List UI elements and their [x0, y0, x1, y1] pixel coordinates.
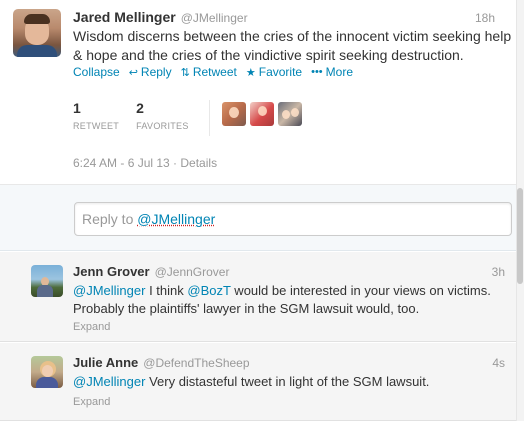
reply-tweet[interactable]: Jenn Grover @JennGrover 3h @JMellinger I…	[0, 252, 516, 342]
avatar[interactable]	[31, 356, 63, 388]
reply-header: Julie Anne @DefendTheSheep	[73, 355, 250, 370]
favorite-button[interactable]: ★ Favorite	[246, 65, 302, 79]
favorites-count: 2	[136, 100, 144, 116]
avatar-face	[258, 106, 267, 116]
reply-prefix: Reply to	[82, 211, 138, 227]
scrollbar-thumb[interactable]	[517, 188, 523, 284]
tweet-stats: 1 RETWEET 2 FAVORITES	[73, 100, 206, 131]
reply-header: Jenn Grover @JennGrover	[73, 264, 229, 279]
favoriter-avatar[interactable]	[250, 102, 274, 126]
reply-time[interactable]: 4s	[492, 356, 505, 370]
favorite-label: Favorite	[258, 65, 303, 79]
collapse-label: Collapse	[73, 65, 120, 79]
more-label: More	[325, 65, 353, 79]
collapse-link[interactable]: Collapse	[73, 65, 120, 79]
reply-fullname[interactable]: Julie Anne	[73, 355, 138, 370]
retweet-count: 1	[73, 100, 81, 116]
reply-tweet[interactable]: Julie Anne @DefendTheSheep 4s @JMellinge…	[0, 343, 516, 421]
reply-text-part: I think	[145, 283, 188, 298]
reply-time[interactable]: 3h	[492, 265, 505, 279]
avatar[interactable]	[13, 9, 61, 57]
favoriter-avatar[interactable]	[222, 102, 246, 126]
more-dots-icon: •••	[311, 66, 323, 78]
tweet-timestamp[interactable]: 6:24 AM - 6 Jul 13 · Details	[73, 156, 217, 170]
favoriter-avatars	[222, 102, 306, 126]
reply-text-part: Very distasteful tweet in light of the S…	[145, 374, 430, 389]
expand-link[interactable]: Expand	[73, 396, 110, 408]
expand-link[interactable]: Expand	[73, 321, 110, 333]
reply-label: Reply	[140, 65, 172, 79]
retweet-stat-label: RETWEET	[73, 121, 120, 131]
reply-input[interactable]: Reply to @JMellinger	[74, 202, 512, 236]
avatar-face	[282, 110, 290, 119]
mention-link[interactable]: @BozT	[187, 283, 230, 298]
tweet-actions: Collapse ↩ Reply ⇅ Retweet ★ Favorite ••…	[73, 65, 362, 79]
reply-button[interactable]: ↩ Reply	[129, 65, 172, 79]
avatar-face	[229, 107, 239, 118]
star-icon: ★	[245, 66, 256, 79]
favorites-stat[interactable]: 2 FAVORITES	[136, 100, 189, 131]
author-username[interactable]: @JMellinger	[181, 11, 248, 25]
retweet-label: Retweet	[192, 65, 237, 79]
scrollbar[interactable]	[516, 0, 524, 421]
avatar-body	[37, 285, 53, 297]
avatar-shirt	[17, 45, 57, 57]
mention-link[interactable]: @JMellinger	[73, 374, 145, 389]
reply-text: @JMellinger I think @BozT would be inter…	[73, 282, 509, 318]
reply-mention: @JMellinger	[137, 211, 216, 227]
more-button[interactable]: ••• More	[311, 65, 353, 79]
favorites-stat-label: FAVORITES	[136, 121, 189, 131]
tweet-text: Wisdom discerns between the cries of the…	[73, 28, 512, 63]
retweet-stat[interactable]: 1 RETWEET	[73, 100, 119, 131]
avatar-hair	[24, 14, 50, 24]
reply-icon: ↩	[128, 66, 138, 79]
main-tweet: Jared Mellinger @JMellinger 18h Wisdom d…	[0, 0, 516, 184]
retweet-icon: ⇅	[180, 66, 190, 79]
tweet-header: Jared Mellinger @JMellinger	[73, 9, 248, 25]
favoriter-avatar[interactable]	[278, 102, 302, 126]
reply-area: Reply to @JMellinger	[0, 184, 516, 251]
retweet-button[interactable]: ⇅ Retweet	[181, 65, 237, 79]
avatar-body	[36, 377, 58, 388]
reply-username[interactable]: @JennGrover	[155, 265, 230, 279]
stat-divider	[209, 100, 210, 136]
reply-text: @JMellinger Very distasteful tweet in li…	[73, 373, 509, 391]
author-fullname[interactable]: Jared Mellinger	[73, 9, 176, 25]
reply-username[interactable]: @DefendTheSheep	[143, 356, 249, 370]
avatar-face	[291, 108, 299, 117]
reply-fullname[interactable]: Jenn Grover	[73, 264, 150, 279]
avatar[interactable]	[31, 265, 63, 297]
tweet-time[interactable]: 18h	[475, 11, 495, 25]
avatar-face	[42, 365, 53, 377]
mention-link[interactable]: @JMellinger	[73, 283, 145, 298]
